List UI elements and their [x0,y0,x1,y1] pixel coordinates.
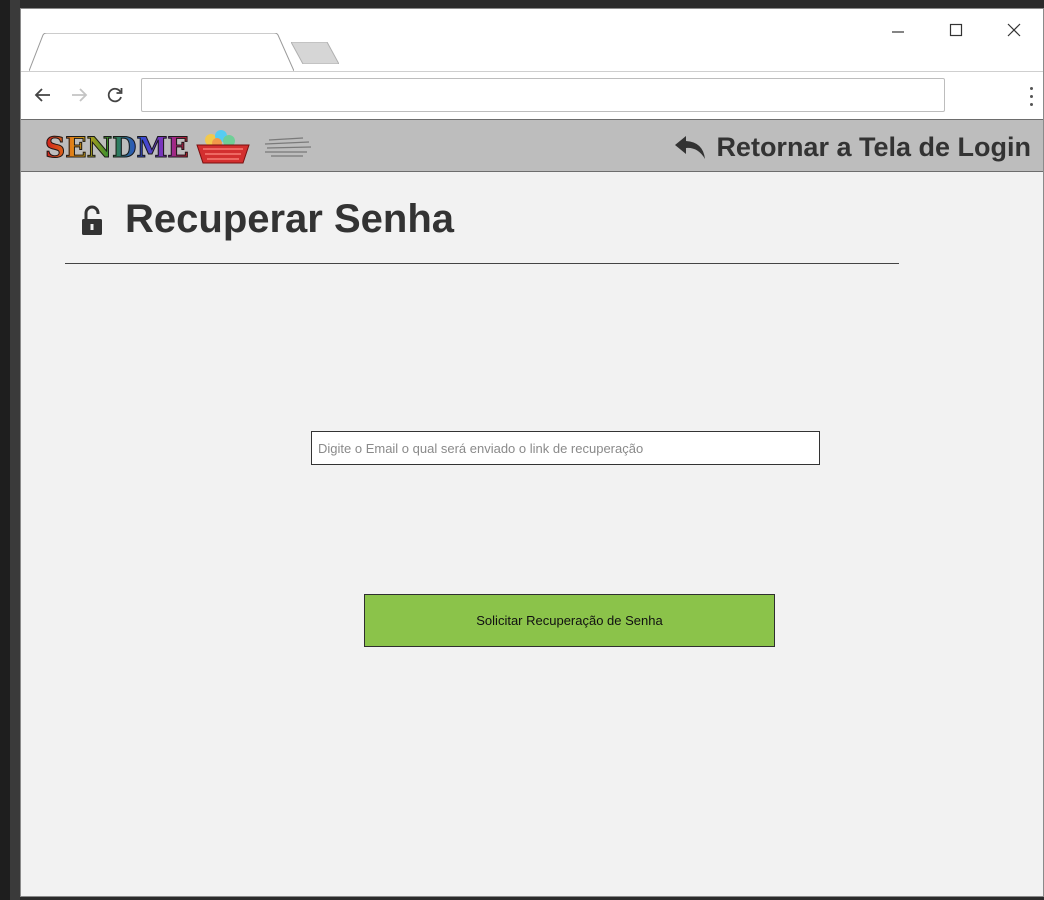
minimize-icon[interactable] [869,15,927,45]
reply-arrow-icon [675,136,706,159]
window-controls [869,15,1043,45]
speed-lines-icon [264,137,311,157]
logo-text: SENDME [45,130,190,164]
new-tab-button[interactable] [291,42,339,64]
browser-window: SENDME Retornar a Tela de Login Recupera… [20,8,1044,897]
browser-menu-icon[interactable] [1025,84,1037,108]
request-password-recovery-button[interactable]: Solicitar Recuperação de Senha [364,594,775,647]
reload-icon[interactable] [103,82,127,108]
maximize-icon[interactable] [927,15,985,45]
return-to-login-label: Retornar a Tela de Login [716,131,1031,162]
page-title-section: Recuperar Senha [65,197,899,264]
forward-arrow-icon[interactable] [67,82,91,108]
desktop-background [0,0,20,900]
browser-navbar [21,71,1043,119]
page-title: Recuperar Senha [125,197,455,241]
app-header: SENDME Retornar a Tela de Login [21,119,1043,172]
address-bar-input[interactable] [141,78,945,112]
unlock-icon [82,205,102,235]
close-icon[interactable] [985,15,1043,45]
browser-tab-active[interactable] [29,33,294,71]
basket-icon [196,130,250,164]
back-arrow-icon[interactable] [31,82,55,108]
return-to-login-link[interactable]: Retornar a Tela de Login [674,130,1031,164]
browser-titlebar [21,9,1043,71]
sendme-logo[interactable]: SENDME [45,128,313,166]
email-input[interactable] [311,431,820,465]
